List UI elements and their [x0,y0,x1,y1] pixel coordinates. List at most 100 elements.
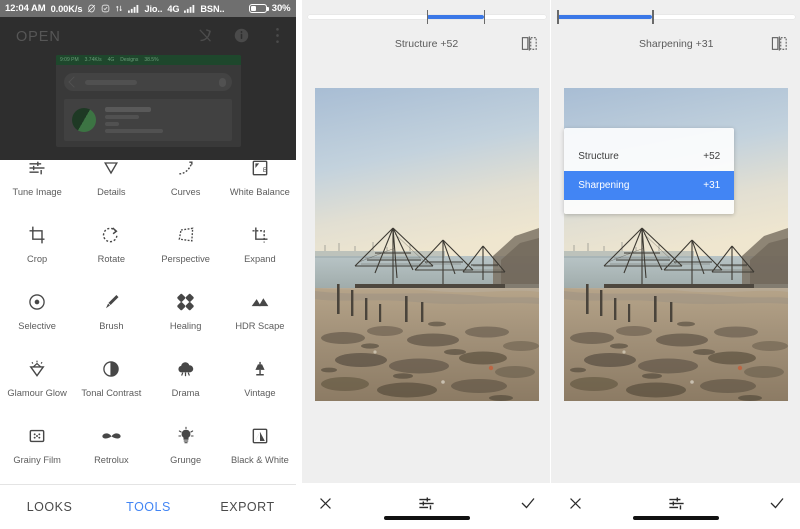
grunge-bulb-icon [176,423,196,449]
tool-retrolux[interactable]: Retrolux [74,418,148,485]
slider-track[interactable] [307,10,546,24]
tool-label: Tonal Contrast [81,388,142,398]
tool-drama[interactable]: Drama [149,351,223,418]
slider-knob-start [426,10,429,24]
drama-cloud-icon [175,356,196,382]
slider-knob-end[interactable] [652,10,655,24]
tool-details[interactable]: Details [74,150,148,217]
gesture-home-bar[interactable] [633,516,720,520]
tool-label: Grunge [170,455,202,465]
tool-label: Crop [27,254,48,264]
tool-grainy-film[interactable]: Grainy Film [0,418,74,485]
tool-label: Perspective [161,254,210,264]
tool-label: Brush [99,321,124,331]
tool-expand[interactable]: Expand [223,217,296,284]
tune-sliders-icon[interactable] [665,492,687,514]
tool-curves[interactable]: Curves [149,150,223,217]
tool-label: Grainy Film [13,455,61,465]
edited-photo[interactable] [314,88,539,401]
tool-label: HDR Scape [235,321,285,331]
popup-item-sharpening[interactable]: Sharpening +31 [564,171,735,200]
tools-grid: Tune Image Details Curves B White Balanc… [0,150,296,485]
adjustment-label: Structure +52 [394,38,459,50]
snapseed-tools-screen: 12:04 AM 0.00K/s Jio.. 4G BSN.. 30% Tune… [0,0,296,529]
status-carrier-2: BSN.. [200,3,225,14]
sharpening-edit-screen: Sharpening +31 Structure +52 Sharpening … [551,0,800,529]
tool-tonal-contrast[interactable]: Tonal Contrast [74,351,148,418]
tool-tune-image[interactable]: Tune Image [0,150,74,217]
slider-knob-end[interactable] [483,10,486,24]
tool-glamour-glow[interactable]: Glamour Glow [0,351,74,418]
overflow-menu-icon[interactable] [268,26,287,45]
tool-label: Tune Image [12,187,62,197]
slider-fill [426,15,484,19]
open-button[interactable]: OPEN [16,29,61,45]
brush-icon [101,289,121,315]
adjustment-label: Sharpening +31 [639,38,714,50]
signal-bars-icon-2 [184,4,195,13]
sharpening-slider[interactable] [551,0,800,32]
tool-label: Black & White [230,455,289,465]
adjustment-popup-menu: Structure +52 Sharpening +31 [564,128,735,214]
tool-rotate[interactable]: Rotate [74,217,148,284]
mute-icon [87,4,96,13]
vpn-icon [115,4,123,13]
tool-perspective[interactable]: Perspective [149,217,223,284]
tab-tools[interactable]: TOOLS [99,500,198,514]
popup-item-value: +31 [703,180,721,191]
tool-label: White Balance [229,187,290,197]
tool-grunge[interactable]: Grunge [149,418,223,485]
status-network-type: 4G [167,3,180,14]
tool-white-balance[interactable]: B White Balance [223,150,296,217]
rotate-icon [101,222,121,248]
header-actions [196,26,287,45]
tool-brush[interactable]: Brush [74,284,148,351]
gesture-home-bar[interactable] [383,516,470,520]
back-arrow-icon [68,76,80,88]
tool-label: Healing [169,321,202,331]
tool-label: Selective [18,321,56,331]
slider-fill [557,15,653,19]
structure-slider[interactable] [302,0,551,32]
edit-action-bar [551,483,800,529]
svg-text:B: B [263,167,268,174]
signal-bars-icon [128,4,139,13]
grainy-film-icon [27,423,47,449]
tool-label: Retrolux [94,455,129,465]
tab-export[interactable]: EXPORT [198,500,296,514]
close-x-icon[interactable] [564,492,586,514]
check-icon[interactable] [517,492,539,514]
tool-hdr-scape[interactable]: HDR Scape [223,284,296,351]
tool-black-and-white[interactable]: Black & White [223,418,296,485]
tune-sliders-icon[interactable] [416,492,438,514]
hdr-mountains-icon [249,289,271,315]
tool-selective[interactable]: Selective [0,284,74,351]
close-x-icon[interactable] [315,492,337,514]
tool-healing[interactable]: Healing [149,284,223,351]
vintage-lamp-icon [250,356,270,382]
tool-label: Curves [170,187,201,197]
slider-track[interactable] [557,10,796,24]
status-battery-percent: 30% [271,3,291,14]
tab-looks[interactable]: LOOKS [0,500,99,514]
tool-label: Drama [171,388,200,398]
popup-item-structure[interactable]: Structure +52 [564,142,734,171]
panel-divider [295,0,299,529]
undo-history-icon[interactable] [196,26,215,45]
popup-item-label: Structure [578,151,619,162]
popup-item-value: +52 [703,151,721,162]
compare-split-icon[interactable] [521,36,538,51]
alarm-icon [101,4,110,13]
info-icon[interactable] [232,26,251,45]
compare-split-icon[interactable] [771,36,788,51]
check-icon[interactable] [766,492,788,514]
tool-crop[interactable]: Crop [0,217,74,284]
healing-bandage-icon [175,289,196,315]
tool-vintage[interactable]: Vintage [223,351,296,418]
ghost-text-lines [105,107,163,133]
edit-action-bar [301,483,551,529]
slider-knob-start [557,10,559,24]
snapseed-logo-icon [72,108,96,132]
tool-label: Details [97,187,126,197]
ghost-search-bar [64,73,232,91]
